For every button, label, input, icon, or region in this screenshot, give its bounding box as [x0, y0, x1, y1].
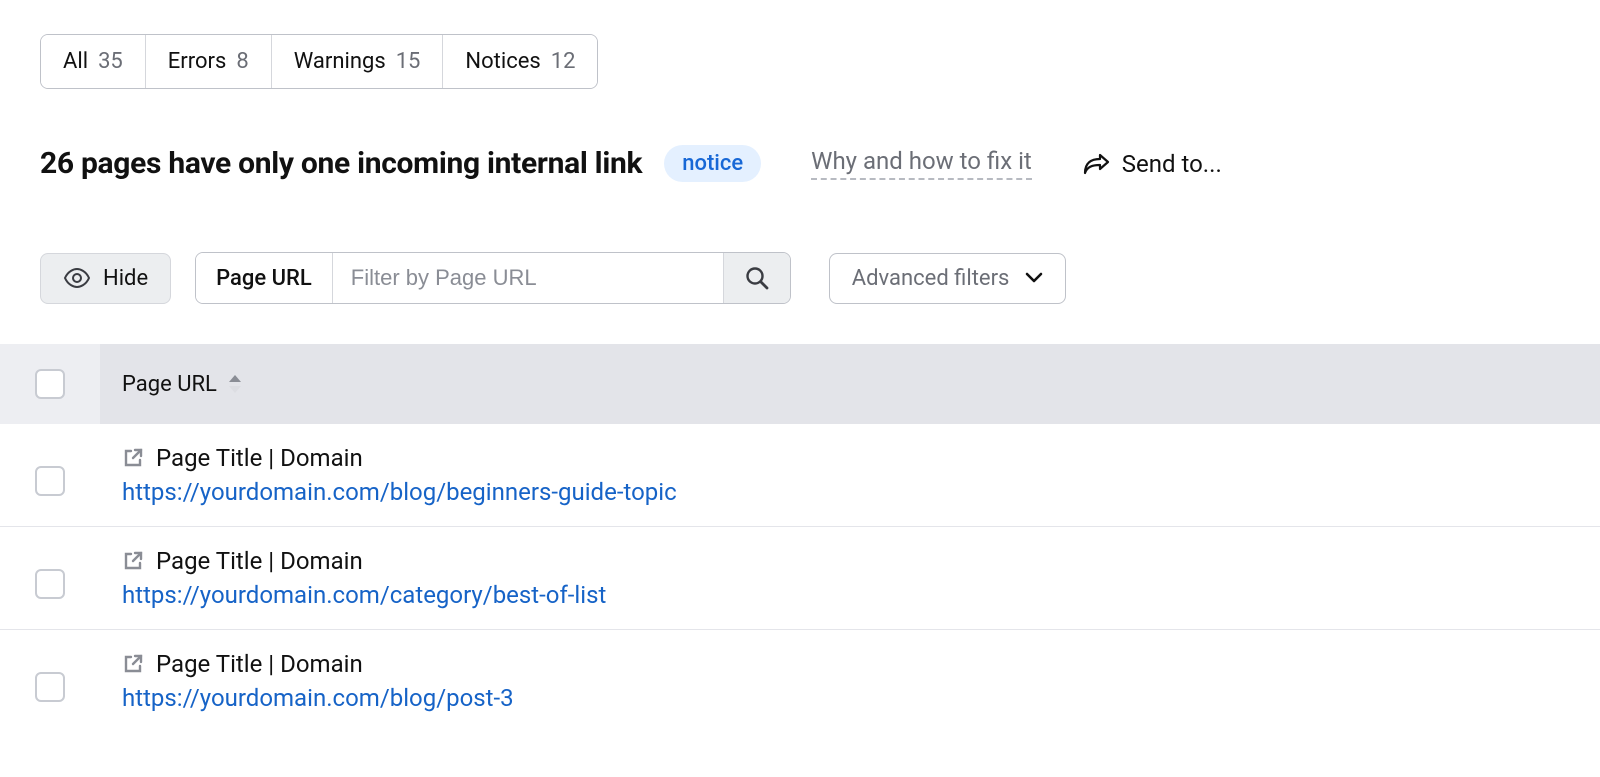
search-icon — [744, 265, 770, 291]
tab-warnings[interactable]: Warnings 15 — [272, 35, 444, 88]
row-check-cell — [0, 547, 100, 609]
row-check-cell — [0, 444, 100, 506]
table-row: Page Title | Domain https://yourdomain.c… — [0, 424, 1600, 527]
filter-input[interactable] — [333, 253, 723, 303]
severity-badge: notice — [664, 145, 761, 182]
page-url-cell: Page Title | Domain https://yourdomain.c… — [100, 444, 699, 506]
chevron-down-icon — [1025, 272, 1043, 284]
page-title: Page Title | Domain — [156, 650, 363, 678]
tab-count: 35 — [98, 49, 123, 74]
page-title: Page Title | Domain — [156, 547, 363, 575]
tab-count: 8 — [236, 49, 248, 74]
send-to-label: Send to... — [1122, 150, 1222, 178]
page-title-line: Page Title | Domain — [122, 547, 606, 575]
filter-bar: Hide Page URL Advanced filters — [40, 252, 1560, 304]
sort-icon — [227, 374, 243, 394]
share-arrow-icon — [1082, 153, 1110, 175]
hide-button[interactable]: Hide — [40, 253, 171, 304]
page-url-cell: Page Title | Domain https://yourdomain.c… — [100, 650, 536, 712]
row-checkbox[interactable] — [35, 569, 65, 599]
external-link-icon[interactable] — [122, 550, 144, 572]
issue-heading-row: 26 pages have only one incoming internal… — [40, 145, 1560, 182]
tab-notices[interactable]: Notices 12 — [443, 35, 597, 88]
tab-count: 15 — [396, 49, 421, 74]
tab-label: Warnings — [294, 49, 386, 74]
page-title-line: Page Title | Domain — [122, 650, 514, 678]
advanced-filters-label: Advanced filters — [852, 266, 1010, 291]
page-url-link[interactable]: https://yourdomain.com/blog/post-3 — [122, 684, 514, 712]
tab-all[interactable]: All 35 — [41, 35, 146, 88]
column-header-page-url[interactable]: Page URL — [100, 372, 265, 397]
table-row: Page Title | Domain https://yourdomain.c… — [0, 527, 1600, 630]
help-link[interactable]: Why and how to fix it — [811, 147, 1032, 180]
column-header-label: Page URL — [122, 372, 217, 397]
eye-icon — [63, 268, 91, 288]
page-url-link[interactable]: https://yourdomain.com/blog/beginners-gu… — [122, 478, 677, 506]
select-all-checkbox[interactable] — [35, 369, 65, 399]
filter-field-label: Page URL — [216, 266, 312, 291]
tab-errors[interactable]: Errors 8 — [146, 35, 272, 88]
send-to-button[interactable]: Send to... — [1082, 150, 1222, 178]
url-filter-group: Page URL — [195, 252, 791, 304]
table-row: Page Title | Domain https://yourdomain.c… — [0, 630, 1600, 732]
tab-label: Errors — [168, 49, 227, 74]
page-title-line: Page Title | Domain — [122, 444, 677, 472]
search-button[interactable] — [723, 253, 790, 303]
page-url-link[interactable]: https://yourdomain.com/category/best-of-… — [122, 581, 606, 609]
table-header-row: Page URL — [0, 344, 1600, 424]
select-all-cell — [0, 344, 100, 424]
row-checkbox[interactable] — [35, 466, 65, 496]
page-title: Page Title | Domain — [156, 444, 363, 472]
issue-title: 26 pages have only one incoming internal… — [40, 146, 642, 181]
advanced-filters-button[interactable]: Advanced filters — [829, 253, 1067, 304]
issue-type-tabs: All 35 Errors 8 Warnings 15 Notices 12 — [40, 34, 598, 89]
tab-label: All — [63, 49, 88, 74]
page-content: All 35 Errors 8 Warnings 15 Notices 12 2… — [0, 0, 1600, 304]
external-link-icon[interactable] — [122, 447, 144, 469]
filter-field-selector[interactable]: Page URL — [196, 253, 333, 303]
tab-label: Notices — [465, 49, 540, 74]
page-url-cell: Page Title | Domain https://yourdomain.c… — [100, 547, 628, 609]
row-check-cell — [0, 650, 100, 712]
hide-label: Hide — [103, 266, 148, 291]
tab-count: 12 — [551, 49, 576, 74]
results-table: Page URL Page T — [0, 344, 1600, 732]
external-link-icon[interactable] — [122, 653, 144, 675]
row-checkbox[interactable] — [35, 672, 65, 702]
